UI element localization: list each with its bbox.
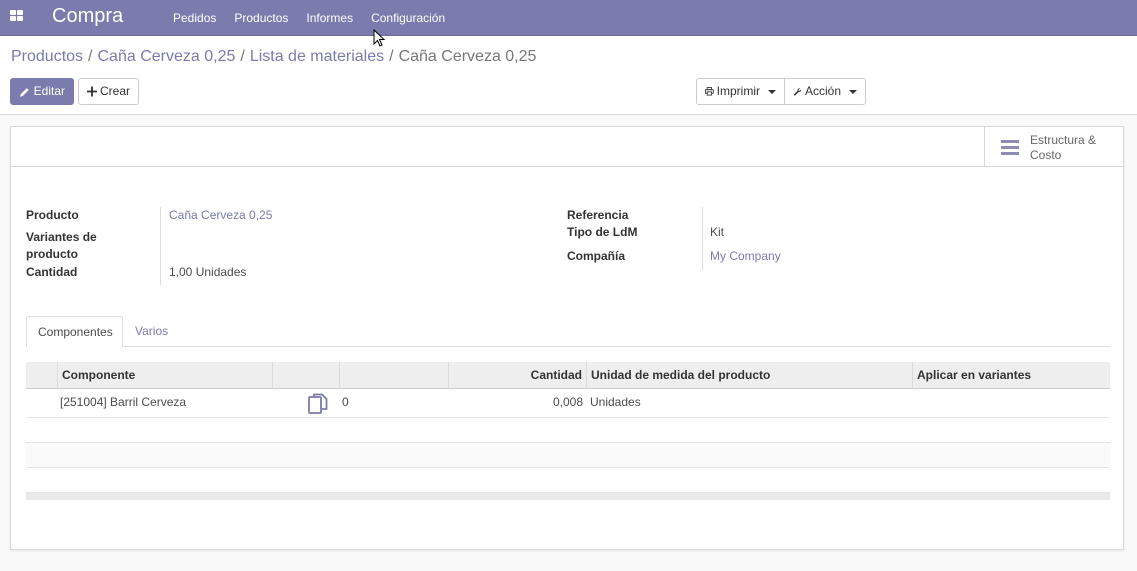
notebook-tabs: Componentes Varios bbox=[26, 316, 1110, 347]
header-handle bbox=[26, 362, 57, 389]
field-divider bbox=[702, 207, 703, 270]
structure-cost-label-line2: Costo bbox=[1030, 148, 1062, 162]
copy-icon[interactable] bbox=[308, 393, 328, 415]
bom-type-label: Tipo de LdM bbox=[567, 225, 638, 239]
table-footer bbox=[26, 493, 1110, 500]
chevron-down-icon bbox=[768, 89, 776, 94]
apps-menu-icon[interactable] bbox=[10, 10, 24, 22]
variants-label-line2: producto bbox=[26, 247, 78, 261]
cell-count: 0 bbox=[342, 395, 349, 409]
quantity-number: 1,00 bbox=[169, 265, 193, 279]
variants-label-line1: Variantes de bbox=[26, 230, 97, 244]
edit-button[interactable]: Editar bbox=[10, 78, 74, 105]
breadcrumb-separator: / bbox=[240, 48, 245, 65]
breadcrumb: Productos / Caña Cerveza 0,25/Lista de mat… bbox=[11, 48, 536, 66]
plus-icon bbox=[87, 86, 97, 97]
create-button-label: Crear bbox=[99, 84, 130, 98]
mouse-cursor-icon bbox=[373, 29, 385, 47]
header-variants[interactable]: Aplicar en variantes bbox=[912, 362, 1110, 389]
breadcrumb-product[interactable]: Caña Cerveza 0,25 bbox=[98, 48, 236, 65]
tab-componentes[interactable]: Componentes bbox=[26, 316, 123, 347]
header-cantidad[interactable]: Cantidad bbox=[448, 362, 586, 389]
breadcrumb-separator: / bbox=[88, 48, 93, 65]
wrench-icon bbox=[793, 87, 802, 96]
empty-row bbox=[26, 443, 1110, 468]
top-navbar: Compra Pedidos Productos Informes Config… bbox=[0, 0, 1137, 36]
main-menu: Pedidos Productos Informes Configuración bbox=[164, 0, 454, 36]
structure-cost-label: Estructura & Costo bbox=[1030, 133, 1096, 163]
structure-cost-label-line1: Estructura & bbox=[1030, 133, 1097, 147]
cell-component[interactable]: [251004] Barril Cerveza bbox=[60, 389, 186, 416]
breadcrumb-current: Caña Cerveza 0,25 bbox=[398, 48, 537, 65]
chevron-down-icon bbox=[849, 89, 857, 94]
action-button-label: Acción bbox=[804, 84, 841, 98]
quantity-label: Cantidad bbox=[26, 265, 78, 279]
print-dropdown-button[interactable]: Imprimir bbox=[696, 78, 785, 105]
printer-icon bbox=[705, 87, 714, 96]
header-componente[interactable]: Componente bbox=[57, 362, 272, 389]
header-uom[interactable]: Unidad de medida del producto bbox=[586, 362, 912, 389]
pencil-icon bbox=[19, 87, 29, 97]
header-blank-1 bbox=[272, 362, 339, 389]
menu-item-productos[interactable]: Productos bbox=[225, 0, 297, 36]
menu-item-informes[interactable]: Informes bbox=[297, 0, 362, 36]
company-link[interactable]: My Company bbox=[710, 248, 781, 265]
cell-quantity: 0,008 bbox=[552, 395, 583, 409]
control-panel: Productos / Caña Cerveza 0,25/Lista de mat… bbox=[0, 36, 1137, 115]
reference-label: Referencia bbox=[567, 208, 629, 222]
breadcrumb-bom-list[interactable]: Lista de materiales bbox=[250, 48, 384, 65]
empty-row bbox=[26, 418, 1110, 443]
breadcrumb-productos[interactable]: Productos bbox=[11, 48, 83, 65]
edit-button-label: Editar bbox=[33, 84, 65, 98]
smart-button-box: Estructura & Costo bbox=[11, 127, 1123, 167]
empty-row bbox=[26, 468, 1110, 493]
table-row[interactable]: [251004] Barril Cerveza 0 0,008 Unidades bbox=[26, 389, 1110, 418]
tab-varios[interactable]: Varios bbox=[124, 316, 179, 347]
bom-type-value: Kit bbox=[710, 225, 725, 239]
product-label: Producto bbox=[26, 208, 79, 222]
product-link[interactable]: Caña Cerveza 0,25 bbox=[169, 207, 272, 224]
app-brand[interactable]: Compra bbox=[52, 5, 123, 28]
quantity-value: 1,00 Unidades bbox=[169, 264, 246, 281]
print-button-label: Imprimir bbox=[716, 84, 760, 98]
breadcrumb-separator: / bbox=[389, 48, 394, 65]
structure-cost-button[interactable]: Estructura & Costo bbox=[984, 127, 1123, 167]
action-dropdown-button[interactable]: Acción bbox=[784, 78, 866, 105]
bars-icon bbox=[1001, 140, 1019, 155]
table-header: Componente Cantidad Unidad de medida del… bbox=[26, 362, 1110, 389]
company-label: Compañía bbox=[567, 249, 626, 263]
cell-uom: Unidades bbox=[590, 395, 641, 409]
create-button[interactable]: Crear bbox=[78, 78, 139, 105]
field-divider bbox=[160, 207, 161, 285]
form-sheet: Estructura & Costo Producto Caña Cerveza… bbox=[10, 126, 1124, 550]
menu-item-pedidos[interactable]: Pedidos bbox=[164, 0, 225, 36]
header-blank-2 bbox=[339, 362, 448, 389]
quantity-uom: Unidades bbox=[195, 265, 247, 279]
